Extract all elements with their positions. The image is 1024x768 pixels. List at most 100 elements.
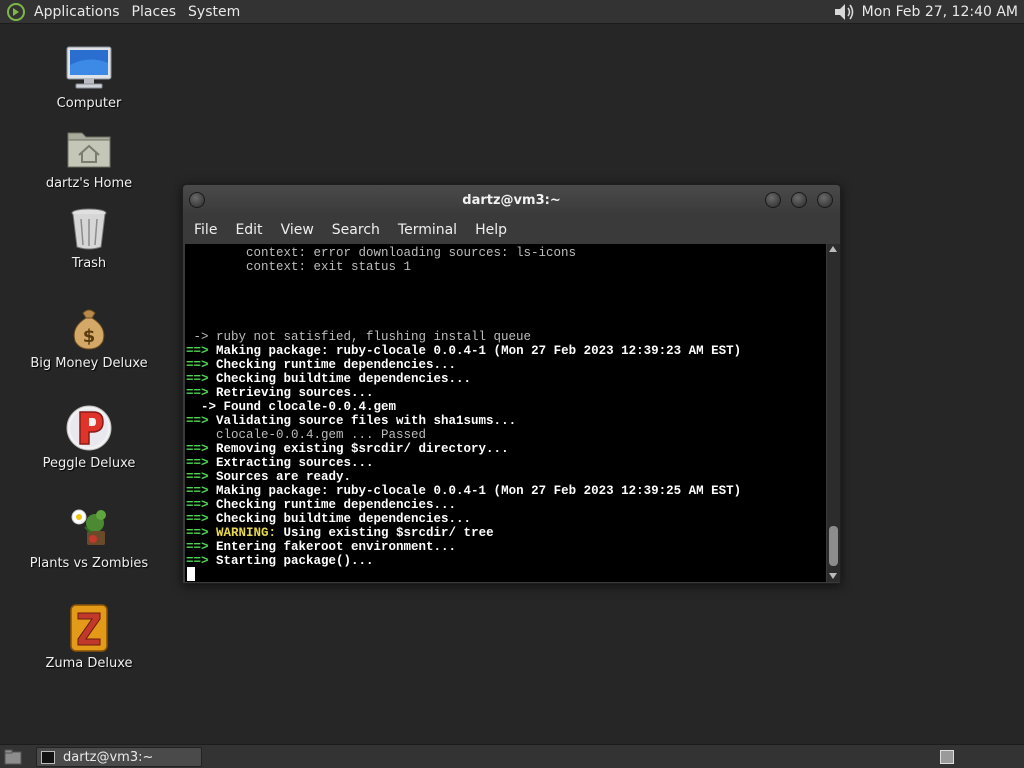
terminal-line: ==> Checking buildtime dependencies...: [186, 372, 822, 386]
terminal-line-text: Making package: ruby-clocale 0.0.4-1 (Mo…: [208, 484, 742, 498]
terminal-line: -> ruby not satisfied, flushing install …: [186, 330, 822, 344]
terminal-line-text: Sources are ready.: [208, 470, 352, 484]
minimize-icon[interactable]: [765, 192, 781, 208]
menu-search[interactable]: Search: [325, 222, 387, 238]
terminal-menu-bar: File Edit View Search Terminal Help: [183, 215, 840, 244]
terminal-cursor: [187, 567, 195, 581]
terminal-line-text: Extracting sources...: [208, 456, 374, 470]
terminal-line: ==> Validating source files with sha1sum…: [186, 414, 822, 428]
terminal-line: clocale-0.0.4.gem ... Passed: [186, 428, 822, 442]
terminal-line-text: Using existing $srcdir/ tree: [276, 526, 494, 540]
window-title-bar[interactable]: dartz@vm3:~: [183, 185, 840, 215]
desktop-icon-label: Big Money Deluxe: [30, 356, 148, 371]
terminal-lines: context: error downloading sources: ls-i…: [186, 246, 822, 568]
prompt-arrow: ==>: [186, 512, 209, 526]
prompt-arrow: ==>: [186, 386, 209, 400]
scroll-up-arrow-icon[interactable]: [829, 246, 837, 252]
desktop-icon-label: dartz's Home: [45, 176, 133, 191]
bottom-panel: dartz@vm3:~: [0, 744, 1024, 768]
home-folder-icon: [67, 132, 111, 168]
terminal-line-text: Checking buildtime dependencies...: [208, 512, 472, 526]
terminal-line-text: Starting package()...: [208, 554, 374, 568]
menu-file[interactable]: File: [187, 222, 224, 238]
terminal-line: ==> Entering fakeroot environment...: [186, 540, 822, 554]
prompt-arrow: ==>: [186, 456, 209, 470]
terminal-line: ==> Extracting sources...: [186, 456, 822, 470]
desktop-icon-computer[interactable]: Computer: [18, 44, 160, 126]
close-icon[interactable]: [817, 192, 833, 208]
desktop-icon-label: Trash: [71, 256, 107, 271]
prompt-arrow: ==>: [186, 540, 209, 554]
terminal-line: context: error downloading sources: ls-i…: [186, 246, 822, 260]
prompt-arrow: ==>: [186, 442, 209, 456]
terminal-icon: [41, 750, 55, 764]
prompt-arrow: ==>: [186, 414, 209, 428]
window-menu-icon[interactable]: [189, 192, 205, 208]
panel-status-area: Mon Feb 27, 12:40 AM: [832, 0, 1024, 24]
prompt-arrow: ==>: [186, 498, 209, 512]
terminal-line-text: -> Found clocale-0.0.4.gem: [186, 400, 397, 414]
terminal-line-text: Checking runtime dependencies...: [208, 498, 457, 512]
volume-icon[interactable]: [832, 1, 856, 23]
desktop-icon-plants-vs-zombies[interactable]: Plants vs Zombies: [18, 504, 160, 586]
taskbar-label: dartz@vm3:~: [63, 749, 154, 765]
desktop-icon-big-money[interactable]: $ Big Money Deluxe: [18, 304, 160, 386]
terminal-line-text: context: error downloading sources: ls-i…: [186, 246, 577, 260]
system-menu[interactable]: System: [182, 0, 246, 24]
money-bag-icon: $: [73, 309, 105, 350]
terminal-line-text: Checking runtime dependencies...: [208, 358, 457, 372]
workspace-switcher-icon[interactable]: [940, 750, 954, 764]
prompt-arrow: ==>: [186, 470, 209, 484]
terminal-line: context: exit status 1: [186, 260, 822, 274]
terminal-line: ==> WARNING: Using existing $srcdir/ tre…: [186, 526, 822, 540]
terminal-line-text: Removing existing $srcdir/ directory...: [208, 442, 509, 456]
menu-help[interactable]: Help: [468, 222, 514, 238]
terminal-line: ==> Removing existing $srcdir/ directory…: [186, 442, 822, 456]
prompt-arrow: ==>: [186, 372, 209, 386]
prompt-arrow: ==>: [186, 526, 209, 540]
clock[interactable]: Mon Feb 27, 12:40 AM: [862, 4, 1024, 20]
prompt-arrow: ==>: [186, 554, 209, 568]
computer-icon: [66, 46, 112, 89]
trash-icon: [71, 208, 107, 250]
maximize-icon[interactable]: [791, 192, 807, 208]
desktop-icon-label: Computer: [56, 96, 122, 111]
peggle-icon: [66, 405, 112, 451]
terminal-line: ==> Sources are ready.: [186, 470, 822, 484]
taskbar-terminal-button[interactable]: dartz@vm3:~: [36, 747, 202, 767]
terminal-line: ==> Making package: ruby-clocale 0.0.4-1…: [186, 484, 822, 498]
terminal-line: ==> Checking buildtime dependencies...: [186, 512, 822, 526]
prompt-arrow: ==>: [186, 484, 209, 498]
desktop-icon-zuma[interactable]: Zuma Deluxe: [18, 604, 160, 686]
scrollbar-thumb[interactable]: [829, 526, 838, 566]
terminal-line-text: Entering fakeroot environment...: [208, 540, 457, 554]
svg-text:$: $: [83, 326, 96, 347]
menu-edit[interactable]: Edit: [228, 222, 269, 238]
distro-logo-icon[interactable]: [6, 2, 26, 22]
terminal-line: ==> Starting package()...: [186, 554, 822, 568]
desktop-icon-home[interactable]: dartz's Home: [18, 124, 160, 206]
terminal-scrollbar[interactable]: [827, 244, 840, 582]
desktop-icon-trash[interactable]: Trash: [18, 204, 160, 286]
places-menu[interactable]: Places: [126, 0, 183, 24]
terminal-output[interactable]: context: error downloading sources: ls-i…: [185, 244, 826, 582]
desktop-icon-label: Peggle Deluxe: [42, 456, 136, 471]
terminal-line-text: Validating source files with sha1sums...: [208, 414, 517, 428]
terminal-line-text: Checking buildtime dependencies...: [208, 372, 472, 386]
desktop-icon-peggle[interactable]: Peggle Deluxe: [18, 404, 160, 486]
show-desktop-icon[interactable]: [4, 748, 22, 766]
window-title: dartz@vm3:~: [462, 192, 561, 208]
terminal-line-text: context: exit status 1: [186, 260, 412, 274]
menu-view[interactable]: View: [274, 222, 321, 238]
scroll-down-arrow-icon[interactable]: [829, 573, 837, 579]
menu-terminal[interactable]: Terminal: [391, 222, 464, 238]
desktop-icon-label: Plants vs Zombies: [29, 556, 149, 571]
plants-vs-zombies-icon: [71, 509, 106, 545]
applications-menu[interactable]: Applications: [28, 0, 126, 24]
terminal-window[interactable]: dartz@vm3:~ File Edit View Search Termin…: [182, 184, 841, 584]
terminal-line: ==> Checking runtime dependencies...: [186, 498, 822, 512]
